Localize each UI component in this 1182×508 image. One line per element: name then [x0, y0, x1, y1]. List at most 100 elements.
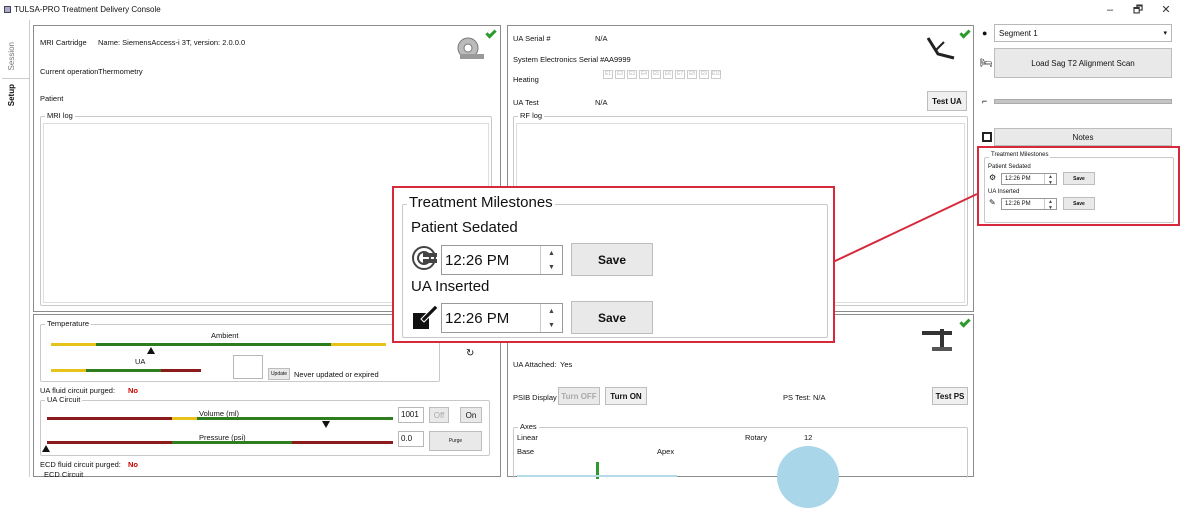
ua-fluid-purged-label: UA fluid circuit purged:	[40, 386, 116, 395]
minimize-button[interactable]: –	[1098, 2, 1122, 18]
ambient-indicator	[147, 347, 155, 354]
heating-channel-1: E1	[603, 70, 613, 79]
apex-label: Apex	[657, 447, 675, 456]
update-button[interactable]: Update	[268, 368, 290, 380]
rf-log-label: RF log	[518, 111, 545, 120]
ps-ok-check-icon	[959, 316, 971, 328]
volume-bar-warn	[172, 417, 197, 420]
heating-channel-6: E6	[663, 70, 673, 79]
ambient-bar-high	[331, 343, 386, 346]
temperature-label: Temperature	[45, 319, 92, 328]
insertion-icon	[413, 304, 439, 329]
ua-test-label: UA Test	[513, 98, 539, 107]
pump-on-button[interactable]: On	[460, 407, 482, 423]
sedated-time-value: 12:26 PM	[445, 251, 510, 269]
system-serial-value: AA9999	[604, 55, 631, 64]
pressure-bar-low	[47, 441, 172, 444]
inserted-time-field[interactable]: 12:26 PM ▲ ▼	[441, 303, 563, 333]
ps-test-value: N/A	[813, 393, 826, 402]
heating-channel-7: E7	[675, 70, 685, 79]
scan-icon: 🛏	[980, 58, 993, 69]
ambient-bar-normal	[96, 343, 331, 346]
psib-display-label: PSIB Display	[513, 393, 557, 402]
load-sag-t2-button[interactable]: Load Sag T2 Alignment Scan	[994, 48, 1172, 78]
rotary-value: 12	[804, 433, 813, 442]
ua-attached-value: Yes	[560, 360, 573, 369]
purge-button[interactable]: Purge	[429, 431, 482, 451]
test-ua-button[interactable]: Test UA	[927, 91, 967, 111]
milestones-highlight-box	[977, 146, 1180, 226]
notes-button[interactable]: Notes	[994, 128, 1172, 146]
refresh-icon[interactable]: ↻	[466, 348, 474, 359]
mri-cartridge-value: Name: SiemensAccess-i 3T, version: 2.0.0…	[98, 38, 246, 47]
volume-indicator	[322, 421, 330, 428]
heating-channel-8: E8	[687, 70, 697, 79]
inserted-time-spinner[interactable]: ▲ ▼	[540, 304, 562, 332]
side-tab-strip: Session Setup	[0, 20, 30, 477]
ua-attached-label: UA Attached:	[513, 360, 557, 369]
current-operation-value: Thermometry	[98, 67, 143, 76]
mri-ok-check-icon	[485, 27, 497, 39]
tab-setup[interactable]: Setup	[7, 84, 16, 106]
ua-bar-low	[51, 369, 86, 372]
pressure-field[interactable]: 0.0	[398, 431, 424, 447]
ua-serial-value: N/A	[595, 34, 608, 43]
pressure-bar-normal	[172, 441, 292, 444]
ua-bar-high	[161, 369, 201, 372]
chevron-down-icon: ▾	[1163, 30, 1167, 37]
axes-label: Axes	[518, 422, 539, 431]
rotary-disk	[777, 446, 839, 508]
ambient-label: Ambient	[211, 331, 239, 340]
ua-circuit-label: UA Circuit	[45, 395, 83, 404]
ua-bar-normal	[86, 369, 161, 372]
sedation-icon	[412, 246, 437, 270]
ua-temp-field[interactable]	[233, 355, 263, 379]
ps-test-label: PS Test:	[783, 393, 811, 402]
notes-icon	[982, 132, 992, 142]
inserted-time-value: 12:26 PM	[445, 309, 510, 327]
ua-inserted-label: UA Inserted	[411, 278, 490, 295]
volume-field[interactable]: 1001	[398, 407, 424, 423]
segment-icon: ●	[982, 28, 988, 38]
system-serial-label: System Electronics Serial #	[513, 55, 605, 64]
sedated-time-field[interactable]: 12:26 PM ▲ ▼	[441, 245, 563, 275]
pressure-indicator	[42, 445, 50, 452]
save-sedated-button[interactable]: Save	[571, 243, 653, 276]
progress-bar	[994, 99, 1172, 104]
linear-label: Linear	[517, 433, 538, 442]
psib-turn-on-button[interactable]: Turn ON	[605, 387, 647, 405]
ua-device-icon	[926, 37, 955, 60]
pump-off-button[interactable]: Off	[429, 407, 449, 423]
sedated-time-spinner[interactable]: ▲ ▼	[540, 246, 562, 274]
save-inserted-button[interactable]: Save	[571, 301, 653, 334]
milestones-callout-title: Treatment Milestones	[407, 194, 555, 211]
axes-group: Axes Linear Rotary 12 Base Apex	[513, 422, 968, 508]
segment-dropdown[interactable]: Segment 1 ▾	[994, 24, 1172, 42]
heating-channel-3: E3	[627, 70, 637, 79]
right-sidebar: ● Segment 1 ▾ 🛏 Load Sag T2 Alignment Sc…	[980, 24, 1180, 477]
current-operation-label: Current operation	[40, 67, 99, 76]
test-ps-button[interactable]: Test PS	[932, 387, 968, 405]
milestones-callout-group: Treatment Milestones Patient Sedated 12:…	[402, 194, 828, 338]
temperature-group: Temperature Ambient UA Update Never upda…	[40, 319, 440, 382]
restore-button[interactable]: 🗗	[1126, 2, 1150, 18]
heating-channel-2: E2	[615, 70, 625, 79]
ecd-fluid-purged-label: ECD fluid circuit purged:	[40, 460, 121, 469]
heating-label: Heating	[513, 75, 539, 84]
ua-ok-check-icon	[959, 27, 971, 39]
psib-turn-off-button[interactable]: Turn OFF	[558, 387, 600, 405]
ambient-bar-low	[51, 343, 96, 346]
ua-test-value: N/A	[595, 98, 608, 107]
mri-log-label: MRI log	[45, 111, 75, 120]
tab-session[interactable]: Session	[7, 42, 16, 70]
title-bar: TULSA-PRO Treatment Delivery Console – 🗗…	[0, 0, 1182, 20]
probe-icon: ⌐	[982, 96, 988, 106]
ecd-fluid-purged-value: No	[128, 460, 138, 469]
heating-channel-9: E9	[699, 70, 709, 79]
positioning-system-icon	[922, 329, 952, 351]
close-button[interactable]: ✕	[1154, 2, 1178, 18]
rotary-label: Rotary	[745, 433, 768, 442]
volume-bar-normal	[197, 417, 393, 420]
volume-bar-low	[47, 417, 172, 420]
update-status: Never updated or expired	[294, 370, 379, 379]
